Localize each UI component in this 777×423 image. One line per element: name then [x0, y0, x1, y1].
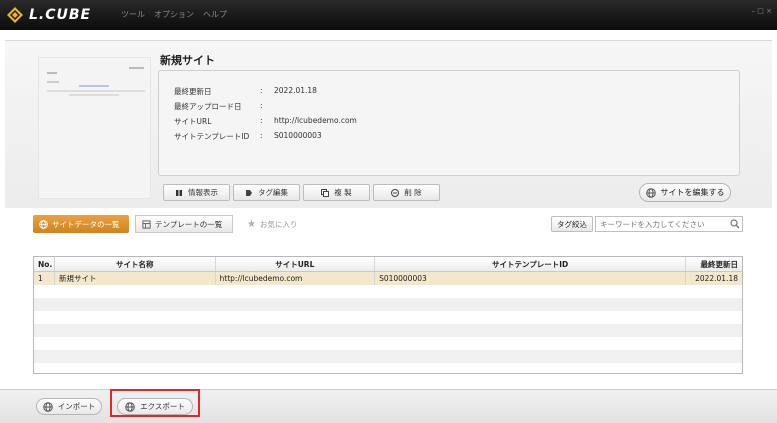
book-icon	[176, 189, 182, 196]
info-row-updated: 最終更新日 : 2022.01.18	[174, 86, 317, 97]
import-button[interactable]: インポート	[36, 398, 102, 415]
col-site-url[interactable]: サイトURL	[216, 257, 376, 271]
export-highlight-frame	[110, 389, 200, 417]
menu-item-tools[interactable]: ツール	[121, 9, 145, 20]
info-label: 最終更新日	[174, 87, 212, 96]
tab-template-list-label: テンプレートの一覧	[155, 219, 223, 229]
tag-filter-button[interactable]: タグ絞込	[551, 216, 593, 232]
empty-row	[34, 298, 742, 311]
empty-row	[34, 363, 742, 373]
tag-edit-label: タグ編集	[258, 188, 288, 197]
delete-label: 削 除	[404, 188, 422, 197]
edit-site-label: サイトを編集する	[660, 188, 725, 197]
col-template-id[interactable]: サイトテンプレートID	[375, 257, 687, 271]
logo-text: L.CUBE	[29, 7, 92, 23]
globe-icon	[645, 187, 656, 198]
empty-row	[34, 311, 742, 324]
menu-bar: ツール オプション ヘルプ	[121, 9, 227, 20]
menu-item-options[interactable]: オプション	[154, 9, 194, 20]
star-icon: ★	[247, 218, 256, 230]
minus-circle-icon	[391, 188, 400, 197]
info-label: サイトテンプレートID	[174, 132, 250, 141]
tab-site-data-list-label: サイトデータの一覧	[52, 219, 120, 229]
info-display-label: 情報表示	[188, 188, 218, 197]
empty-row	[34, 285, 742, 298]
info-sep: :	[260, 86, 263, 95]
tag-edit-button[interactable]: タグ編集	[233, 184, 300, 201]
globe-icon	[39, 219, 48, 229]
info-sep: :	[260, 116, 263, 125]
info-label: サイトURL	[174, 117, 212, 126]
search-icon[interactable]	[730, 219, 740, 229]
info-row-url: サイトURL : http://lcubedemo.com	[174, 116, 357, 127]
title-bar: L.CUBE ツール オプション ヘルプ – □ ×	[0, 0, 777, 30]
cell-site-url: http://lcubedemo.com	[216, 272, 376, 285]
tab-strip: サイトデータの一覧 テンプレートの一覧 ★ お気に入り タグ絞込	[33, 215, 743, 233]
cell-site-name: 新規サイト	[55, 272, 216, 285]
site-action-bar: 情報表示 タグ編集 複 製 削 除	[163, 184, 440, 201]
copy-icon	[321, 188, 330, 197]
cell-last-updated: 2022.01.18	[695, 274, 739, 283]
info-value: S010000003	[274, 131, 322, 140]
copy-button[interactable]: 複 製	[303, 184, 370, 201]
info-display-button[interactable]: 情報表示	[163, 184, 230, 201]
tab-favorites-label: お気に入り	[259, 219, 298, 229]
keyword-search-input[interactable]	[595, 216, 743, 232]
info-sep: :	[260, 101, 263, 110]
table-row[interactable]: 1 新規サイト http://lcubedemo.com S010000003 …	[34, 272, 742, 285]
site-title: 新規サイト	[160, 54, 215, 67]
copy-label: 複 製	[334, 188, 352, 197]
menu-item-help[interactable]: ヘルプ	[203, 9, 227, 20]
col-site-name[interactable]: サイト名称	[55, 257, 216, 271]
edit-site-button[interactable]: サイトを編集する	[639, 183, 731, 202]
tab-favorites[interactable]: ★ お気に入り	[241, 215, 319, 233]
site-table: No. サイト名称 サイトURL サイトテンプレートID 最終更新日 1 新規サ…	[33, 256, 743, 374]
tab-template-list[interactable]: テンプレートの一覧	[135, 215, 233, 233]
col-no[interactable]: No.	[34, 257, 55, 271]
site-thumbnail[interactable]	[38, 57, 151, 199]
tag-icon	[246, 189, 252, 196]
info-row-template-id: サイトテンプレートID : S010000003	[174, 131, 322, 142]
info-value: 2022.01.18	[274, 86, 317, 95]
info-label: 最終アップロード日	[174, 102, 242, 111]
cell-template-id: S010000003	[375, 272, 687, 285]
template-icon	[142, 219, 151, 229]
info-value: http://lcubedemo.com	[274, 116, 357, 125]
info-sep: :	[260, 131, 263, 140]
info-row-uploaded: 最終アップロード日 :	[174, 101, 274, 112]
empty-row	[34, 324, 742, 337]
tab-site-data-list[interactable]: サイトデータの一覧	[33, 215, 129, 233]
site-info-box: 最終更新日 : 2022.01.18 最終アップロード日 : サイトURL : …	[158, 70, 740, 176]
table-header: No. サイト名称 サイトURL サイトテンプレートID 最終更新日	[34, 257, 742, 272]
app-logo: L.CUBE	[6, 5, 91, 25]
import-label: インポート	[57, 402, 96, 411]
logo-diamond-icon	[6, 6, 24, 24]
globe-icon	[42, 401, 53, 412]
delete-button[interactable]: 削 除	[373, 184, 440, 201]
empty-row	[34, 350, 742, 363]
window-controls[interactable]: – □ ×	[752, 7, 772, 15]
col-last-updated[interactable]: 最終更新日	[686, 257, 742, 271]
cell-no: 1	[34, 272, 55, 285]
empty-row	[34, 337, 742, 350]
